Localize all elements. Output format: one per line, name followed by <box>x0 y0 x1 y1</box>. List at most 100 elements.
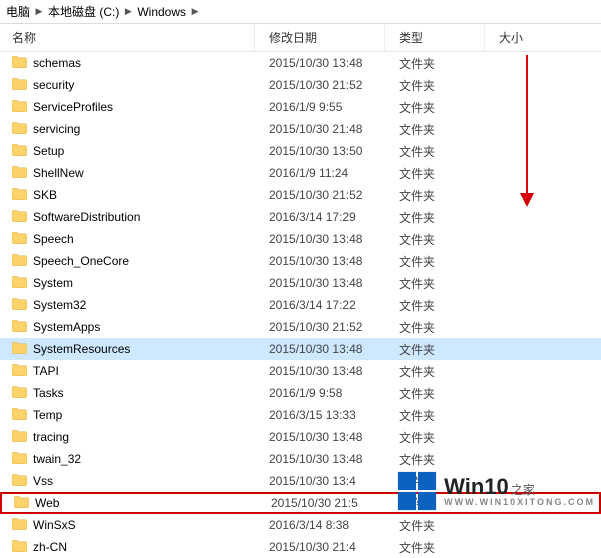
table-row[interactable]: ServiceProfiles2016/1/9 9:55文件夹 <box>0 96 601 118</box>
column-header-name[interactable]: 名称 <box>0 24 255 51</box>
folder-icon <box>14 496 29 511</box>
table-row[interactable]: WinSxS2016/3/14 8:38文件夹 <box>0 514 601 536</box>
folder-label: zh-CN <box>33 540 67 554</box>
folder-icon <box>12 56 27 71</box>
folder-label: SoftwareDistribution <box>33 210 140 224</box>
breadcrumb-seg-pc[interactable]: 电脑 <box>4 0 32 23</box>
cell-date: 2015/10/30 13:48 <box>255 364 385 378</box>
folder-label: Vss <box>33 474 53 488</box>
chevron-right-icon[interactable]: ▶ <box>32 6 46 17</box>
watermark-suffix: 之家 <box>511 483 535 497</box>
cell-date: 2016/1/9 9:58 <box>255 386 385 400</box>
cell-type: 文件夹 <box>385 231 485 248</box>
table-row[interactable]: SoftwareDistribution 2016/3/14 17:29文件夹 <box>0 206 601 228</box>
cell-type: 文件夹 <box>385 99 485 116</box>
breadcrumb-seg-folder[interactable]: Windows <box>135 0 188 23</box>
watermark-brand: Win10 <box>444 474 509 499</box>
table-row[interactable]: schemas2015/10/30 13:48文件夹 <box>0 52 601 74</box>
cell-type: 文件夹 <box>385 187 485 204</box>
table-row[interactable]: SKB2015/10/30 21:52文件夹 <box>0 184 601 206</box>
cell-date: 2015/10/30 13:48 <box>255 254 385 268</box>
cell-name: ShellNew <box>0 166 255 181</box>
table-row[interactable]: SystemApps2015/10/30 21:52文件夹 <box>0 316 601 338</box>
cell-type: 文件夹 <box>385 77 485 94</box>
cell-type: 文件夹 <box>385 165 485 182</box>
folder-label: servicing <box>33 122 80 136</box>
folder-icon <box>12 518 27 533</box>
table-row[interactable]: servicing2015/10/30 21:48文件夹 <box>0 118 601 140</box>
cell-type: 文件夹 <box>385 363 485 380</box>
cell-type: 文件夹 <box>385 275 485 292</box>
cell-date: 2016/3/14 17:29 <box>255 210 385 224</box>
cell-type: 文件夹 <box>385 55 485 72</box>
table-row[interactable]: Speech_OneCore2015/10/30 13:48文件夹 <box>0 250 601 272</box>
folder-label: Setup <box>33 144 64 158</box>
breadcrumb: 电脑 ▶ 本地磁盘 (C:) ▶ Windows ▶ <box>0 0 601 24</box>
cell-date: 2016/3/14 8:38 <box>255 518 385 532</box>
folder-icon <box>12 386 27 401</box>
column-header-size[interactable]: 大小 <box>485 24 575 51</box>
folder-icon <box>12 452 27 467</box>
cell-date: 2015/10/30 13:50 <box>255 144 385 158</box>
folder-label: schemas <box>33 56 81 70</box>
cell-name: tracing <box>0 430 255 445</box>
cell-name: Setup <box>0 144 255 159</box>
table-row[interactable]: TAPI2015/10/30 13:48文件夹 <box>0 360 601 382</box>
folder-icon <box>12 254 27 269</box>
cell-name: SoftwareDistribution <box>0 210 255 225</box>
folder-icon <box>12 364 27 379</box>
chevron-right-icon[interactable]: ▶ <box>121 6 135 17</box>
cell-date: 2015/10/30 13:48 <box>255 430 385 444</box>
table-row[interactable]: Setup 2015/10/30 13:50文件夹 <box>0 140 601 162</box>
cell-date: 2015/10/30 21:52 <box>255 78 385 92</box>
cell-type: 文件夹 <box>385 253 485 270</box>
folder-label: ShellNew <box>33 166 84 180</box>
cell-name: security <box>0 78 255 93</box>
column-header-type[interactable]: 类型 <box>385 24 485 51</box>
cell-type: 文件夹 <box>385 143 485 160</box>
table-row[interactable]: Temp2016/3/15 13:33文件夹 <box>0 404 601 426</box>
cell-name: Speech_OneCore <box>0 254 255 269</box>
folder-icon <box>12 232 27 247</box>
cell-name: Temp <box>0 408 255 423</box>
folder-icon <box>12 320 27 335</box>
folder-label: Web <box>35 496 59 510</box>
column-headers: 名称 修改日期 类型 大小 <box>0 24 601 52</box>
cell-date: 2015/10/30 13:48 <box>255 276 385 290</box>
watermark-url: WWW.WIN10XITONG.COM <box>444 498 595 507</box>
table-row[interactable]: ShellNew2016/1/9 11:24文件夹 <box>0 162 601 184</box>
folder-label: security <box>33 78 74 92</box>
table-row[interactable]: security 2015/10/30 21:52文件夹 <box>0 74 601 96</box>
cell-name: zh-CN <box>0 540 255 555</box>
table-row[interactable]: Tasks2016/1/9 9:58文件夹 <box>0 382 601 404</box>
cell-type: 文件夹 <box>385 539 485 556</box>
cell-name: Web <box>2 496 257 511</box>
folder-label: SKB <box>33 188 57 202</box>
folder-icon <box>12 408 27 423</box>
cell-name: WinSxS <box>0 518 255 533</box>
cell-date: 2015/10/30 21:5 <box>257 496 387 510</box>
folder-label: twain_32 <box>33 452 81 466</box>
watermark: Win10之家 WWW.WIN10XITONG.COM <box>396 470 595 512</box>
column-header-date[interactable]: 修改日期 <box>255 24 385 51</box>
table-row[interactable]: Speech2015/10/30 13:48文件夹 <box>0 228 601 250</box>
cell-type: 文件夹 <box>385 341 485 358</box>
folder-label: SystemApps <box>33 320 100 334</box>
folder-label: WinSxS <box>33 518 76 532</box>
cell-name: twain_32 <box>0 452 255 467</box>
cell-type: 文件夹 <box>385 451 485 468</box>
cell-type: 文件夹 <box>385 209 485 226</box>
table-row[interactable]: zh-CN2015/10/30 21:4文件夹 <box>0 536 601 558</box>
table-row[interactable]: System322016/3/14 17:22文件夹 <box>0 294 601 316</box>
table-row[interactable]: twain_322015/10/30 13:48文件夹 <box>0 448 601 470</box>
cell-name: SKB <box>0 188 255 203</box>
table-row[interactable]: SystemResources2015/10/30 13:48文件夹 <box>0 338 601 360</box>
cell-type: 文件夹 <box>385 429 485 446</box>
cell-name: ServiceProfiles <box>0 100 255 115</box>
table-row[interactable]: tracing2015/10/30 13:48文件夹 <box>0 426 601 448</box>
chevron-right-icon[interactable]: ▶ <box>188 6 202 17</box>
breadcrumb-seg-drive[interactable]: 本地磁盘 (C:) <box>46 0 121 23</box>
folder-icon <box>12 430 27 445</box>
folder-icon <box>12 540 27 555</box>
table-row[interactable]: System2015/10/30 13:48文件夹 <box>0 272 601 294</box>
